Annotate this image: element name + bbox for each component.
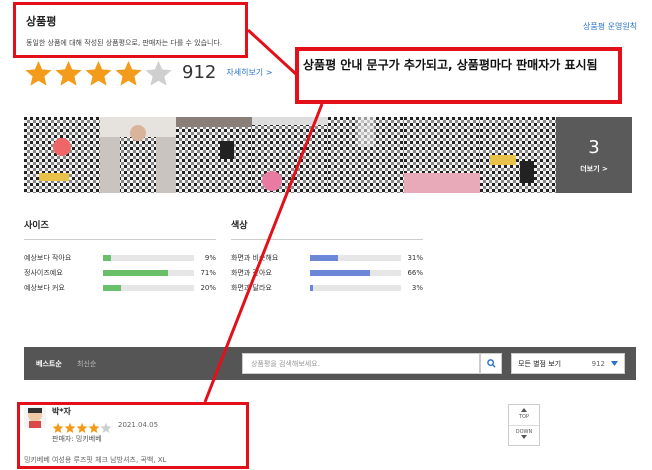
review-seller: 판매자: 밍키베베 [52,435,102,443]
color-stats: 색상 화면과 비슷해요 31% 화면과 같아요 66% 화면과 달라요 3% [231,218,423,295]
size-stat-percent: 9% [204,253,217,262]
review-author: 박*자 [52,407,71,416]
review-filter-bar: 베스트순 최신순 상품평을 검색해보세요. 모든 별점 보기 912 [24,347,636,380]
review-photo[interactable] [328,117,404,193]
color-stat-bar-fill [310,269,371,276]
chevron-up-icon [521,408,527,412]
search-button[interactable] [480,353,502,374]
review-photo[interactable] [404,117,480,193]
review-rating-row: 2021.04.05 [52,419,159,433]
detail-link[interactable]: 자세히보기 > [226,67,272,78]
size-stat-bar-fill [103,284,122,291]
search-icon [486,359,496,368]
color-stat-label: 화면과 같아요 [231,268,272,277]
annotation-text: 상품평 안내 문구가 추가되고, 상품평마다 판매자가 표시됨 [303,58,598,72]
review-photo[interactable] [100,117,176,193]
rating-summary: 912 자세히보기 > [24,59,272,86]
review-date: 2021.04.05 [118,421,159,429]
size-stat-bar-fill [103,254,112,261]
photo-thumbnails: 3 더보기 > [24,117,634,193]
scroll-nav: TOP DOWN [508,404,540,446]
size-stat-percent: 20% [200,283,217,292]
review-search-input[interactable]: 상품평을 검색해보세요. [242,353,480,374]
size-stat-label: 정사이즈예요 [24,268,63,277]
star-filled-icon [114,59,143,86]
star-filter-count: 912 [591,359,605,368]
star-filled-icon [64,419,76,433]
more-photos-button[interactable]: 3 더보기 > [556,117,632,193]
color-stat-row: 화면과 달라요 3% [231,280,423,295]
color-stat-bar-fill [310,284,313,291]
review-product-option: 밍키베베 여성용 루즈핏 체크 남방셔츠, 곡백, XL [24,456,167,464]
review-photo[interactable] [252,117,328,193]
section-title: 상품평 [26,15,57,28]
size-stat-bar [103,284,195,291]
star-filled-icon [24,59,53,86]
size-stats-title: 사이즈 [24,218,216,240]
more-photos-count: 3 [588,136,600,158]
size-stat-label: 예상보다 작아요 [24,253,72,262]
star-filled-icon [52,419,64,433]
star-filled-icon [54,59,83,86]
color-stat-percent: 3% [411,283,424,292]
policy-link[interactable]: 상품평 운영원칙 [583,21,637,32]
star-empty-icon [144,59,173,86]
size-stat-bar [103,254,195,261]
size-stats: 사이즈 예상보다 작아요 9% 정사이즈예요 71% 예상보다 커요 20% [24,218,216,295]
color-stat-bar-fill [310,254,339,261]
rating-stars [24,59,174,86]
star-filled-icon [84,59,113,86]
star-filter-label: 모든 별점 보기 [518,359,562,368]
size-stat-row: 예상보다 커요 20% [24,280,216,295]
color-stat-row: 화면과 같아요 66% [231,265,423,280]
size-stat-row: 정사이즈예요 71% [24,265,216,280]
size-stat-row: 예상보다 작아요 9% [24,250,216,265]
color-stat-percent: 66% [407,268,424,277]
chevron-down-icon [521,435,527,439]
review-photo[interactable] [24,117,100,193]
review-stars [52,419,112,433]
review-photo[interactable] [176,117,252,193]
color-stats-title: 색상 [231,218,423,240]
color-stat-bar [310,254,402,261]
star-filter-select[interactable]: 모든 별점 보기 912 [511,353,625,374]
color-stat-percent: 31% [407,253,424,262]
scroll-top-label: TOP [518,414,529,420]
more-photos-label: 더보기 > [580,164,608,173]
rating-count: 912 [182,62,217,83]
color-stat-bar [310,269,402,276]
star-filled-icon [88,419,100,433]
color-stat-label: 화면과 달라요 [231,283,272,292]
size-stat-label: 예상보다 커요 [24,283,65,292]
avatar [24,406,46,428]
review-notice: 동일한 상품에 대해 작성된 상품평으로, 판매자는 다를 수 있습니다. [26,39,223,47]
sort-best-button[interactable]: 베스트순 [36,359,62,369]
sort-recent-button[interactable]: 최신순 [77,359,96,369]
size-stat-bar-fill [103,269,168,276]
chevron-down-icon [611,361,618,366]
highlight-box-notice [13,2,248,58]
size-stat-bar [103,269,195,276]
star-empty-icon [100,419,112,433]
color-stat-row: 화면과 비슷해요 31% [231,250,423,265]
review-photo[interactable] [480,117,556,193]
scroll-down-button[interactable]: DOWN [509,426,539,446]
star-filled-icon [76,419,88,433]
color-stat-bar [310,284,402,291]
size-stat-percent: 71% [200,268,217,277]
color-stat-label: 화면과 비슷해요 [231,253,279,262]
scroll-top-button[interactable]: TOP [509,405,539,426]
